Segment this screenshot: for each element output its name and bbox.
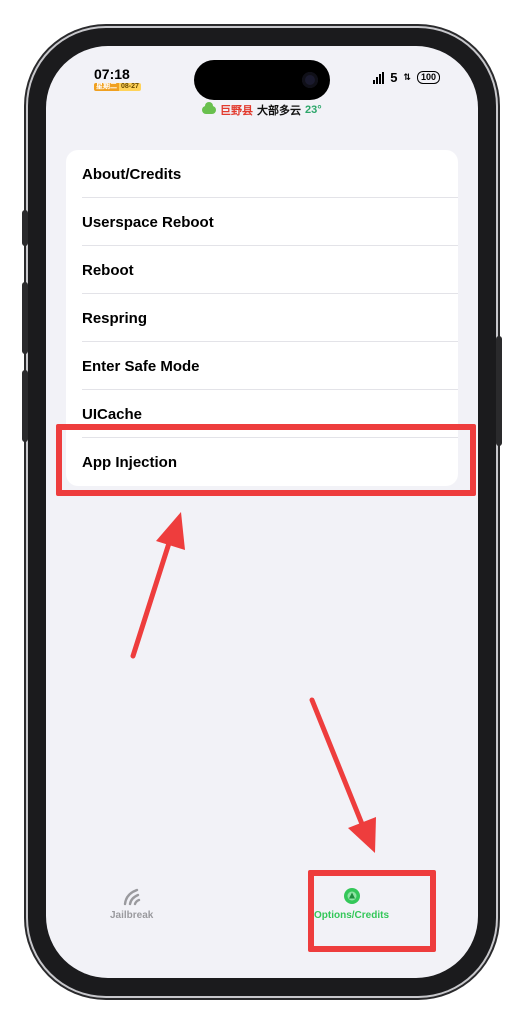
dynamic-island [194, 60, 330, 100]
antenna-icon [123, 888, 140, 906]
highlight-app-injection [56, 424, 476, 496]
tab-jailbreak[interactable]: Jailbreak [110, 886, 153, 921]
action-button [22, 210, 28, 246]
date-chip: 星期二 08-27 [94, 83, 141, 91]
weather-condition: 大部多云 [257, 105, 301, 117]
data-arrows-icon: ⇅ [403, 72, 411, 82]
weather-temperature: 23° [305, 104, 322, 116]
front-camera-icon [302, 72, 318, 88]
volume-down-button [22, 370, 28, 442]
menu-item-userspace-reboot[interactable]: Userspace Reboot [66, 198, 458, 246]
menu-item-about-credits[interactable]: About/Credits [66, 150, 458, 198]
weather-place: 巨野县 [220, 105, 253, 117]
status-time: 07:18 [94, 66, 130, 82]
network-label: 5 [390, 70, 398, 85]
cloud-icon [202, 102, 216, 114]
date-chip-day: 星期二 [94, 83, 119, 91]
menu-item-respring[interactable]: Respring [66, 294, 458, 342]
date-chip-date: 08-27 [119, 83, 141, 91]
highlight-options-tab [308, 870, 436, 952]
menu-item-reboot[interactable]: Reboot [66, 246, 458, 294]
menu-item-enter-safe-mode[interactable]: Enter Safe Mode [66, 342, 458, 390]
weather-widget: 巨野县 大部多云 23° [202, 102, 322, 118]
signal-bars-icon [373, 71, 385, 84]
volume-up-button [22, 282, 28, 354]
battery-level: 100 [416, 71, 440, 84]
status-indicators: 5 ⇅ 100 [373, 70, 440, 85]
screen: 07:18 星期二 08-27 5 ⇅ 100 巨野县 大部多云 23° Abo… [46, 46, 478, 978]
tab-jailbreak-label: Jailbreak [110, 910, 154, 921]
power-button [496, 336, 502, 446]
